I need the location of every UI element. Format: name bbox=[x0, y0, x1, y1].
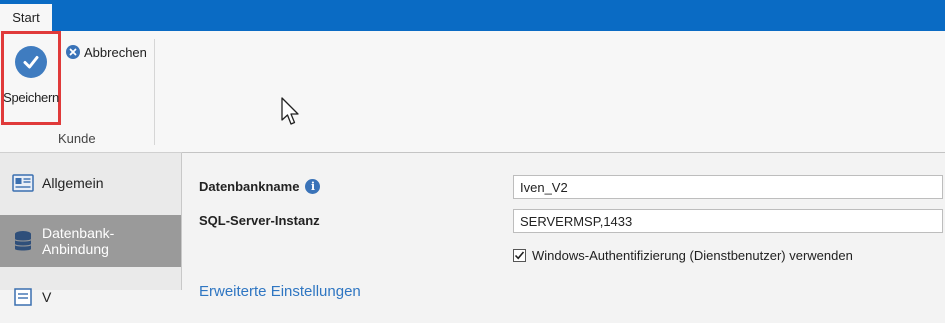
sidebar-item-label: V bbox=[42, 289, 52, 305]
windows-auth-checkbox[interactable] bbox=[513, 249, 526, 262]
cancel-label: Abbrechen bbox=[84, 44, 147, 60]
sidebar-item-allgemein[interactable]: Allgemein bbox=[0, 157, 181, 209]
windows-auth-row[interactable]: Windows-Authentifizierung (Dienstbenutze… bbox=[513, 248, 853, 263]
checkmark-icon bbox=[15, 46, 47, 78]
tab-start[interactable]: Start bbox=[0, 4, 52, 31]
cancel-icon bbox=[66, 45, 80, 59]
ribbon-group-label: Kunde bbox=[58, 131, 96, 146]
sidebar-item-label: Datenbank-Anbindung bbox=[41, 225, 115, 257]
ribbon-separator bbox=[154, 39, 155, 145]
sidebar: Allgemein Datenbank-Anbindung V bbox=[0, 153, 182, 306]
save-label: Speichern bbox=[3, 90, 59, 105]
checkmark-small-icon bbox=[514, 251, 525, 260]
ribbon: Speichern Abbrechen Kunde bbox=[0, 31, 945, 153]
sql-instance-label-text: SQL-Server-Instanz bbox=[199, 213, 320, 228]
advanced-settings-link[interactable]: Erweiterte Einstellungen bbox=[199, 283, 361, 300]
save-button[interactable]: Speichern bbox=[1, 31, 61, 125]
info-icon[interactable]: i bbox=[305, 179, 321, 194]
database-name-input[interactable] bbox=[513, 175, 943, 199]
main-content: Datenbankname i SQL-Server-Instanz Windo… bbox=[182, 153, 945, 300]
title-bar bbox=[0, 0, 945, 31]
cancel-button[interactable]: Abbrechen bbox=[66, 43, 147, 61]
database-name-label-text: Datenbankname bbox=[199, 179, 300, 194]
sidebar-item-datenbank-anbindung[interactable]: Datenbank-Anbindung bbox=[0, 215, 181, 267]
sql-instance-label: SQL-Server-Instanz bbox=[199, 213, 320, 228]
id-card-icon bbox=[12, 173, 34, 193]
database-icon bbox=[12, 231, 34, 251]
mouse-cursor-icon bbox=[281, 97, 299, 125]
windows-auth-label: Windows-Authentifizierung (Dienstbenutze… bbox=[532, 248, 853, 263]
sidebar-item-v[interactable]: V bbox=[0, 271, 181, 323]
list-icon bbox=[12, 287, 34, 307]
sql-instance-input[interactable] bbox=[513, 209, 943, 233]
sidebar-item-label: Allgemein bbox=[42, 175, 104, 191]
database-name-label: Datenbankname i bbox=[199, 179, 321, 194]
